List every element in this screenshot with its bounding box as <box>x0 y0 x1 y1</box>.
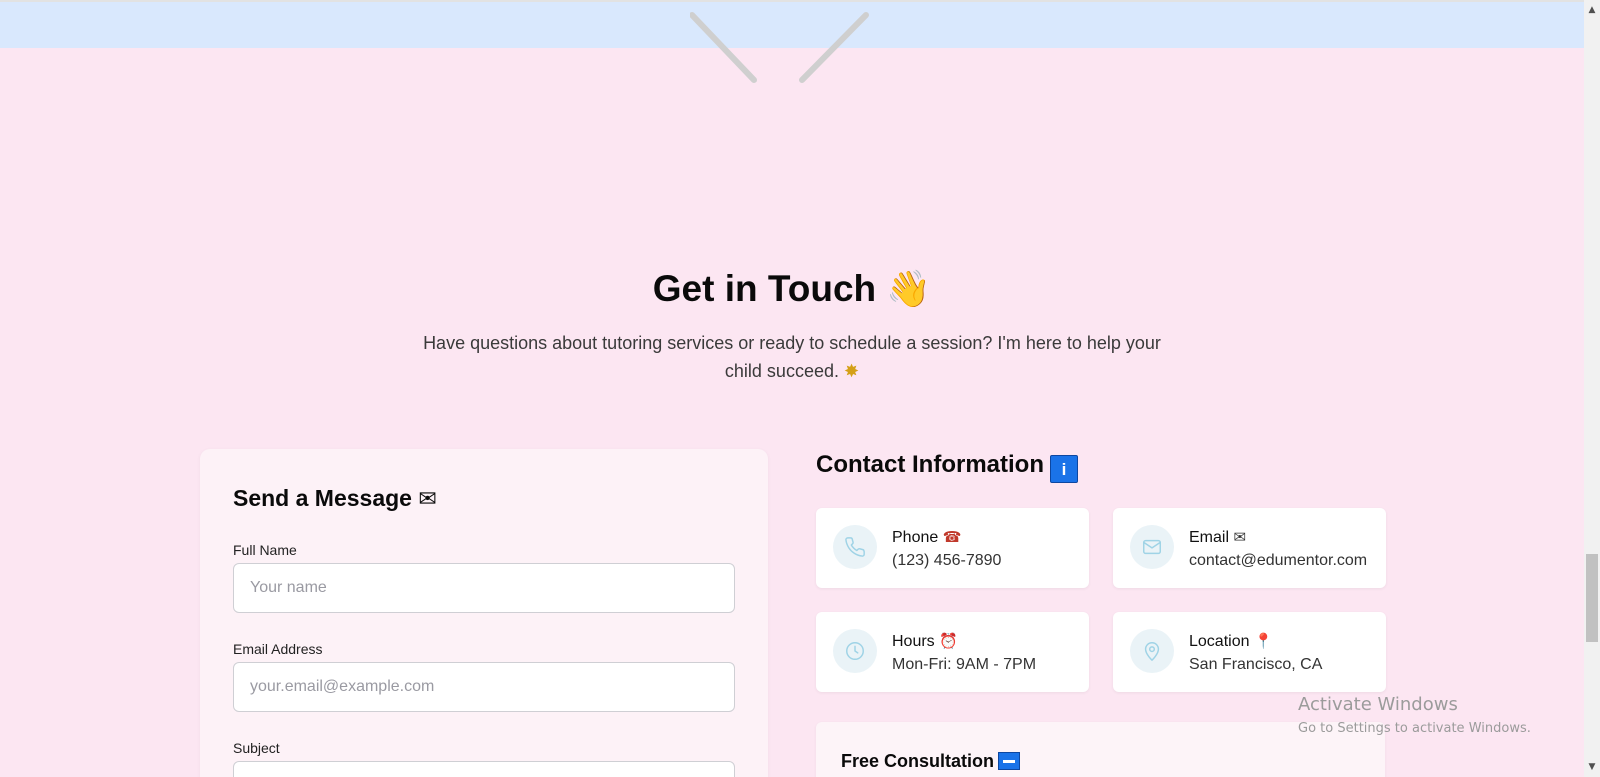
email-label-text: Email <box>1189 529 1230 546</box>
alarm-clock-icon: ⏰ <box>939 632 958 650</box>
email-label: Email Address <box>233 641 323 657</box>
page-subtitle-text: Have questions about tutoring services o… <box>423 333 1161 381</box>
phone-value[interactable]: (123) 456-7890 <box>892 552 1001 570</box>
watermark-subtitle: Go to Settings to activate Windows. <box>1298 721 1531 736</box>
page-title-text: Get in Touch <box>652 268 877 309</box>
free-consultation-title-text: Free Consultation <box>841 751 995 771</box>
contact-card-email: Email ✉ contact@edumentor.com <box>1113 508 1386 588</box>
location-value: San Francisco, CA <box>1189 656 1323 673</box>
full-name-label: Full Name <box>233 542 297 558</box>
contact-info-title: Contact Information i <box>816 451 1078 483</box>
envelope-small-icon: ✉ <box>1233 528 1247 546</box>
subject-input[interactable] <box>233 761 735 777</box>
calendar-icon <box>998 752 1021 770</box>
send-message-title-text: Send a Message <box>233 485 412 511</box>
scroll-down-arrow-icon[interactable]: ▼ <box>1584 759 1600 775</box>
waving-hand-icon: 👋 <box>886 269 932 310</box>
telephone-icon: ☎ <box>942 528 962 546</box>
hours-label-text: Hours <box>892 633 935 650</box>
hours-value: Mon-Fri: 9AM - 7PM <box>892 656 1037 673</box>
contact-card-phone: Phone ☎ (123) 456-7890 <box>816 508 1089 588</box>
scroll-down-chevron-icon[interactable] <box>690 10 880 90</box>
phone-label: Phone ☎ <box>892 528 961 547</box>
subject-label: Subject <box>233 740 280 756</box>
scroll-up-arrow-icon[interactable]: ▲ <box>1584 2 1600 18</box>
phone-label-text: Phone <box>892 529 939 546</box>
pushpin-icon: 📍 <box>1253 632 1273 650</box>
contact-info-title-text: Contact Information <box>816 451 1044 478</box>
scrollbar-thumb[interactable] <box>1586 554 1598 642</box>
map-pin-icon <box>1130 629 1174 673</box>
email-label-card: Email ✉ <box>1189 528 1246 547</box>
location-label-text: Location <box>1189 633 1250 650</box>
vertical-scrollbar[interactable]: ▲ ▼ <box>1584 0 1600 777</box>
watermark-title: Activate Windows <box>1298 694 1458 715</box>
email-input[interactable] <box>233 662 735 712</box>
clock-icon <box>833 629 877 673</box>
hours-label: Hours ⏰ <box>892 632 958 651</box>
sparkle-icon: ✸ <box>844 361 860 382</box>
contact-card-hours: Hours ⏰ Mon-Fri: 9AM - 7PM <box>816 612 1089 692</box>
contact-card-location: Location 📍 San Francisco, CA <box>1113 612 1386 692</box>
windows-activation-watermark: Activate Windows Go to Settings to activ… <box>1298 694 1531 736</box>
location-label: Location 📍 <box>1189 632 1273 651</box>
page-subtitle: Have questions about tutoring services o… <box>416 329 1168 386</box>
free-consultation-title: Free Consultation <box>841 751 1021 772</box>
send-message-title: Send a Message ✉ <box>233 485 437 512</box>
page-title: Get in Touch 👋 <box>0 268 1584 310</box>
mail-icon <box>1130 525 1174 569</box>
full-name-input[interactable] <box>233 563 735 613</box>
email-value[interactable]: contact@edumentor.com <box>1189 552 1367 570</box>
send-message-card: Send a Message ✉ Full Name Email Address… <box>200 449 768 777</box>
phone-icon <box>833 525 877 569</box>
information-icon: i <box>1050 455 1078 483</box>
envelope-icon: ✉ <box>418 487 437 512</box>
